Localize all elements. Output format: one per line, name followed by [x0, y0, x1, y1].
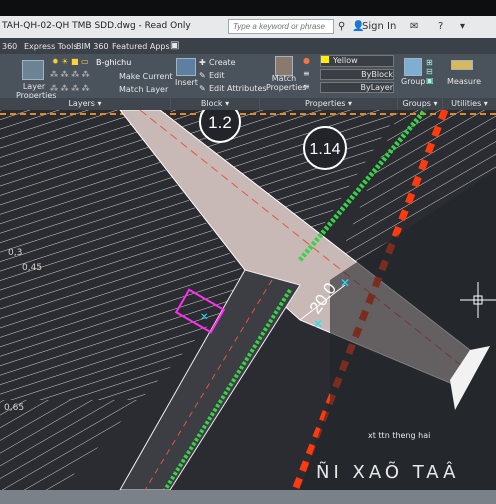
left-text-1: 0,3 [8, 248, 22, 258]
match-properties-button[interactable]: Match Properties [266, 74, 306, 92]
color-value: Yellow [333, 56, 358, 65]
linetype-dropdown[interactable]: ByLayer [320, 82, 394, 93]
file-title: TAH-QH-02-QH TMB SDD.dwg - Read Only [2, 21, 191, 31]
layer-dropdown[interactable]: B-ghichu [96, 58, 131, 67]
lot-label-1: 1.2 [208, 113, 232, 132]
search-input[interactable] [228, 19, 334, 34]
chevron-down-icon[interactable]: ▾ [460, 21, 465, 32]
tab-express-tools[interactable]: Express Tools [24, 42, 78, 51]
autocad-window: TAH-QH-02-QH TMB SDD.dwg - Read Only ⚲ 👤… [0, 0, 496, 504]
lineweight-icon: ≡ [303, 69, 310, 78]
layer-tools-icons[interactable]: ⁂ ⁂ ⁂ ⁂ [50, 70, 90, 79]
monitor-bezel [0, 490, 496, 504]
ruler-icon[interactable] [451, 60, 473, 70]
groups-panel-title[interactable]: Groups ▾ [398, 98, 442, 110]
binoculars-icon[interactable]: ⚲ [338, 21, 345, 32]
edit-attributes-button[interactable]: Edit Attributes [209, 84, 267, 93]
drawing-canvas[interactable]: 1.2 1.14 20.0 ✕ ✕ ✕ xt ttn theng hai ÑI … [0, 101, 496, 492]
block-group-label: Block [200, 99, 223, 108]
utilities-panel-title[interactable]: Utilities ▾ [443, 98, 496, 110]
edit-icon[interactable]: ✎ [199, 71, 206, 80]
color-wheel-icon[interactable]: ● [303, 56, 310, 65]
match-properties-icon[interactable] [275, 56, 293, 76]
snap-marker: ✕ [340, 276, 350, 290]
make-current-button[interactable]: Make Current [119, 72, 173, 81]
color-dropdown[interactable]: Yellow [320, 55, 394, 67]
ribbon: Layer Properties ✹ ☀ ■ ▭ B-ghichu ⁂ ⁂ ⁂ … [0, 54, 496, 110]
insert-icon[interactable] [176, 58, 196, 76]
utilities-group-label: Utilities [451, 99, 482, 108]
group-icon[interactable] [404, 58, 422, 76]
measure-button[interactable]: Measure [447, 77, 481, 86]
snap-marker-2: ✕ [313, 317, 323, 331]
area-label: ÑI XAÕ TAÂ [316, 461, 459, 483]
layers-panel-title[interactable]: Layers ▾ [0, 98, 170, 110]
selection-marker: ✕ [200, 312, 208, 323]
create-button[interactable]: Create [209, 58, 236, 67]
ribbon-tabs: 360 Express Tools BIM 360 Featured Apps … [0, 38, 496, 54]
insert-button[interactable]: Insert [175, 78, 198, 87]
tab-featured-apps[interactable]: Featured Apps [112, 42, 170, 51]
cart-icon[interactable]: ✉ [410, 21, 418, 32]
properties-group-label: Properties [305, 99, 346, 108]
help-icon[interactable]: ? [438, 21, 443, 32]
edit-button[interactable]: Edit [209, 71, 225, 80]
group-edit-icons[interactable]: ⊞ ⊟ ▣ [426, 58, 434, 85]
tab-360[interactable]: 360 [2, 42, 17, 51]
create-button-icon[interactable]: ✚ [199, 58, 206, 67]
lineweight-dropdown[interactable]: ByBlock [320, 69, 394, 80]
left-text-3: 0,65 [4, 403, 24, 413]
toggle-icon[interactable]: ▣ [170, 40, 179, 51]
linetype-icon: ≡ [303, 82, 310, 91]
group-button[interactable]: Group [401, 77, 425, 86]
properties-panel-title[interactable]: Properties ▾ [260, 98, 397, 110]
sign-in-button[interactable]: Sign In [362, 21, 396, 32]
lot-label-2: 1.14 [309, 141, 340, 158]
layer-tools2-icons[interactable]: ⁂ ⁂ ⁂ ⁂ [50, 84, 90, 93]
layers-group-label: Layers [68, 99, 95, 108]
title-bar: TAH-QH-02-QH TMB SDD.dwg - Read Only ⚲ 👤… [0, 16, 496, 38]
block-panel-title[interactable]: Block ▾ [171, 98, 259, 110]
lightbulb-icon[interactable]: ✹ ☀ ■ ▭ [52, 57, 89, 66]
tab-bim360[interactable]: BIM 360 [76, 42, 109, 51]
drawing-svg: 1.2 1.14 20.0 ✕ ✕ ✕ xt ttn theng hai ÑI … [0, 101, 496, 492]
groups-group-label: Groups [402, 99, 431, 108]
edit-attributes-icon[interactable]: ✎ [199, 84, 206, 93]
screen-top-edge [0, 0, 496, 16]
street-label: xt ttn theng hai [368, 431, 430, 440]
left-text-2: 0,45 [22, 263, 42, 273]
match-layer-button[interactable]: Match Layer [119, 85, 168, 94]
layer-properties-icon[interactable] [22, 60, 44, 80]
